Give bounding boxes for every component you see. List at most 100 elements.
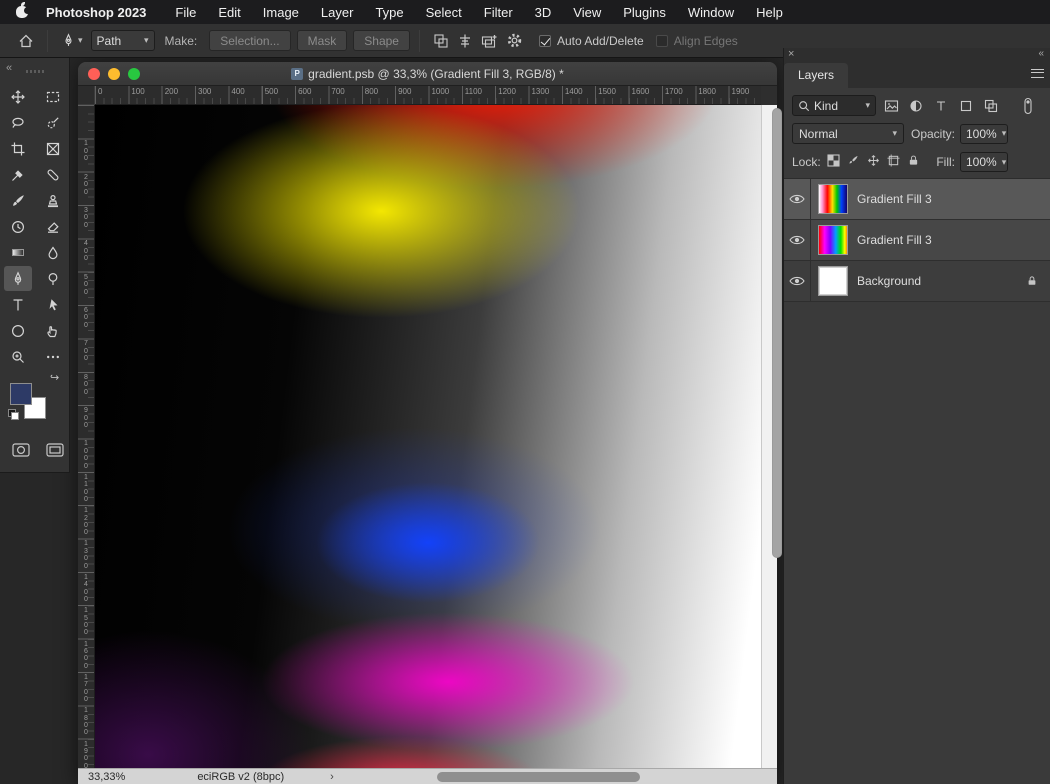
tool-mode-dropdown[interactable]: Path ▾ [90, 30, 155, 51]
ruler-origin-corner[interactable] [78, 86, 95, 105]
blend-mode-dropdown[interactable]: Normal ▾ [792, 123, 904, 144]
layer-row-background[interactable]: Background [784, 261, 1050, 302]
zoom-window-icon[interactable] [128, 68, 140, 80]
shape-tool[interactable] [4, 318, 32, 343]
canvas[interactable] [95, 105, 761, 768]
app-name[interactable]: Photoshop 2023 [46, 5, 146, 20]
panel-group-header: × « [784, 48, 1050, 62]
close-window-icon[interactable] [88, 68, 100, 80]
tab-layers[interactable]: Layers [784, 63, 849, 88]
make-shape-button[interactable]: Shape [353, 30, 410, 51]
default-colors-icon[interactable] [8, 409, 19, 420]
healing-brush-tool[interactable] [39, 162, 67, 187]
tool-preset-picker[interactable]: ▾ [61, 33, 83, 48]
collapse-tools-icon[interactable]: « [6, 62, 12, 74]
eyedropper-tool[interactable] [4, 162, 32, 187]
menu-filter[interactable]: Filter [473, 5, 524, 20]
frame-tool[interactable] [39, 136, 67, 161]
minimize-window-icon[interactable] [108, 68, 120, 80]
menu-select[interactable]: Select [415, 5, 473, 20]
filter-smart-objects-icon[interactable] [981, 96, 1001, 116]
gear-icon[interactable] [502, 32, 527, 49]
visibility-toggle[interactable] [784, 179, 811, 219]
marquee-tool[interactable] [39, 84, 67, 109]
align-edges-checkbox[interactable] [655, 34, 668, 47]
menu-plugins[interactable]: Plugins [612, 5, 677, 20]
status-options-icon[interactable]: › [330, 771, 334, 783]
clone-stamp-tool[interactable] [39, 188, 67, 213]
type-tool[interactable] [4, 292, 32, 317]
make-selection-button[interactable]: Selection... [209, 30, 291, 51]
blur-tool[interactable] [39, 240, 67, 265]
vertical-ruler[interactable]: 1 0 0 2 0 0 3 0 0 4 0 0 5 0 0 6 0 0 7 0 0 8 0 0… [78, 105, 95, 768]
path-selection-tool[interactable] [39, 292, 67, 317]
brush-tool[interactable] [4, 188, 32, 213]
lock-pixels-icon[interactable] [847, 154, 860, 170]
foreground-color-swatch[interactable] [10, 383, 32, 405]
close-panel-icon[interactable]: × [788, 48, 794, 60]
tools-drag-handle[interactable] [26, 70, 44, 73]
path-operations-icon[interactable] [429, 33, 453, 49]
make-mask-button[interactable]: Mask [296, 30, 348, 51]
move-tool[interactable] [4, 84, 32, 109]
filter-kind-dropdown[interactable]: Kind ▾ [792, 95, 876, 116]
gradient-tool[interactable] [4, 240, 32, 265]
auto-add-delete-checkbox[interactable] [538, 34, 551, 47]
history-brush-tool[interactable] [4, 214, 32, 239]
apple-logo-icon[interactable] [16, 2, 31, 18]
dodge-tool[interactable] [39, 266, 67, 291]
menu-edit[interactable]: Edit [207, 5, 251, 20]
horizontal-ruler[interactable]: 0 100 200 300 400 500 600 700 800 900 1000 1100 1200… [95, 86, 761, 105]
lasso-tool[interactable] [4, 110, 32, 135]
layer-filter-toggle[interactable] [1018, 96, 1038, 116]
layer-thumbnail[interactable] [818, 266, 848, 296]
panel-menu-icon[interactable] [1031, 69, 1044, 78]
shape-tool-icon [11, 324, 24, 337]
visibility-toggle[interactable] [784, 220, 811, 260]
quick-mask-icon[interactable] [12, 443, 30, 462]
document-title-bar[interactable]: P gradient.psb @ 33,3% (Gradient Fill 3,… [78, 62, 777, 86]
menu-layer[interactable]: Layer [310, 5, 365, 20]
object-selection-tool[interactable] [39, 110, 67, 135]
crop-tool[interactable] [4, 136, 32, 161]
opacity-dropdown[interactable]: 100% ▾ [960, 123, 1008, 144]
home-icon[interactable] [14, 33, 38, 49]
layer-thumbnail[interactable] [818, 225, 848, 255]
zoom-level-field[interactable]: 33,33% [88, 771, 125, 783]
filter-type-layers-icon[interactable] [931, 96, 951, 116]
vertical-scrollbar[interactable] [761, 105, 782, 768]
hand-tool[interactable] [39, 318, 67, 343]
filter-shape-layers-icon[interactable] [956, 96, 976, 116]
horizontal-scrollbar-thumb[interactable] [437, 772, 640, 782]
lock-all-icon[interactable] [907, 154, 920, 170]
path-arrangement-icon[interactable] [477, 33, 502, 49]
filter-adjustment-layers-icon[interactable] [906, 96, 926, 116]
eraser-tool[interactable] [39, 214, 67, 239]
path-alignment-icon[interactable] [453, 33, 477, 49]
menu-help[interactable]: Help [745, 5, 794, 20]
layer-row-gradient-fill-3-top[interactable]: Gradient Fill 3 [784, 179, 1050, 220]
align-edges-label: Align Edges [673, 33, 738, 48]
menu-image[interactable]: Image [252, 5, 310, 20]
layer-row-gradient-fill-3[interactable]: Gradient Fill 3 [784, 220, 1050, 261]
menu-window[interactable]: Window [677, 5, 745, 20]
fill-dropdown[interactable]: 100% ▾ [960, 152, 1008, 172]
ruler-label: 900 [398, 87, 412, 96]
edit-toolbar[interactable] [39, 344, 67, 369]
collapse-panel-icon[interactable]: « [1038, 48, 1044, 59]
menu-file[interactable]: File [164, 5, 207, 20]
filter-pixel-layers-icon[interactable] [881, 96, 901, 116]
visibility-toggle[interactable] [784, 261, 811, 301]
lock-position-icon[interactable] [867, 154, 880, 170]
swap-colors-icon[interactable]: ↪ [50, 371, 59, 384]
screen-mode-icon[interactable] [46, 443, 64, 462]
zoom-tool[interactable] [4, 344, 32, 369]
vertical-scrollbar-thumb[interactable] [772, 108, 782, 558]
menu-type[interactable]: Type [364, 5, 414, 20]
menu-view[interactable]: View [562, 5, 612, 20]
layer-thumbnail[interactable] [818, 184, 848, 214]
lock-artboard-icon[interactable] [887, 154, 900, 170]
pen-tool[interactable] [3, 266, 32, 291]
lock-transparency-icon[interactable] [827, 154, 840, 170]
menu-3d[interactable]: 3D [524, 5, 563, 20]
